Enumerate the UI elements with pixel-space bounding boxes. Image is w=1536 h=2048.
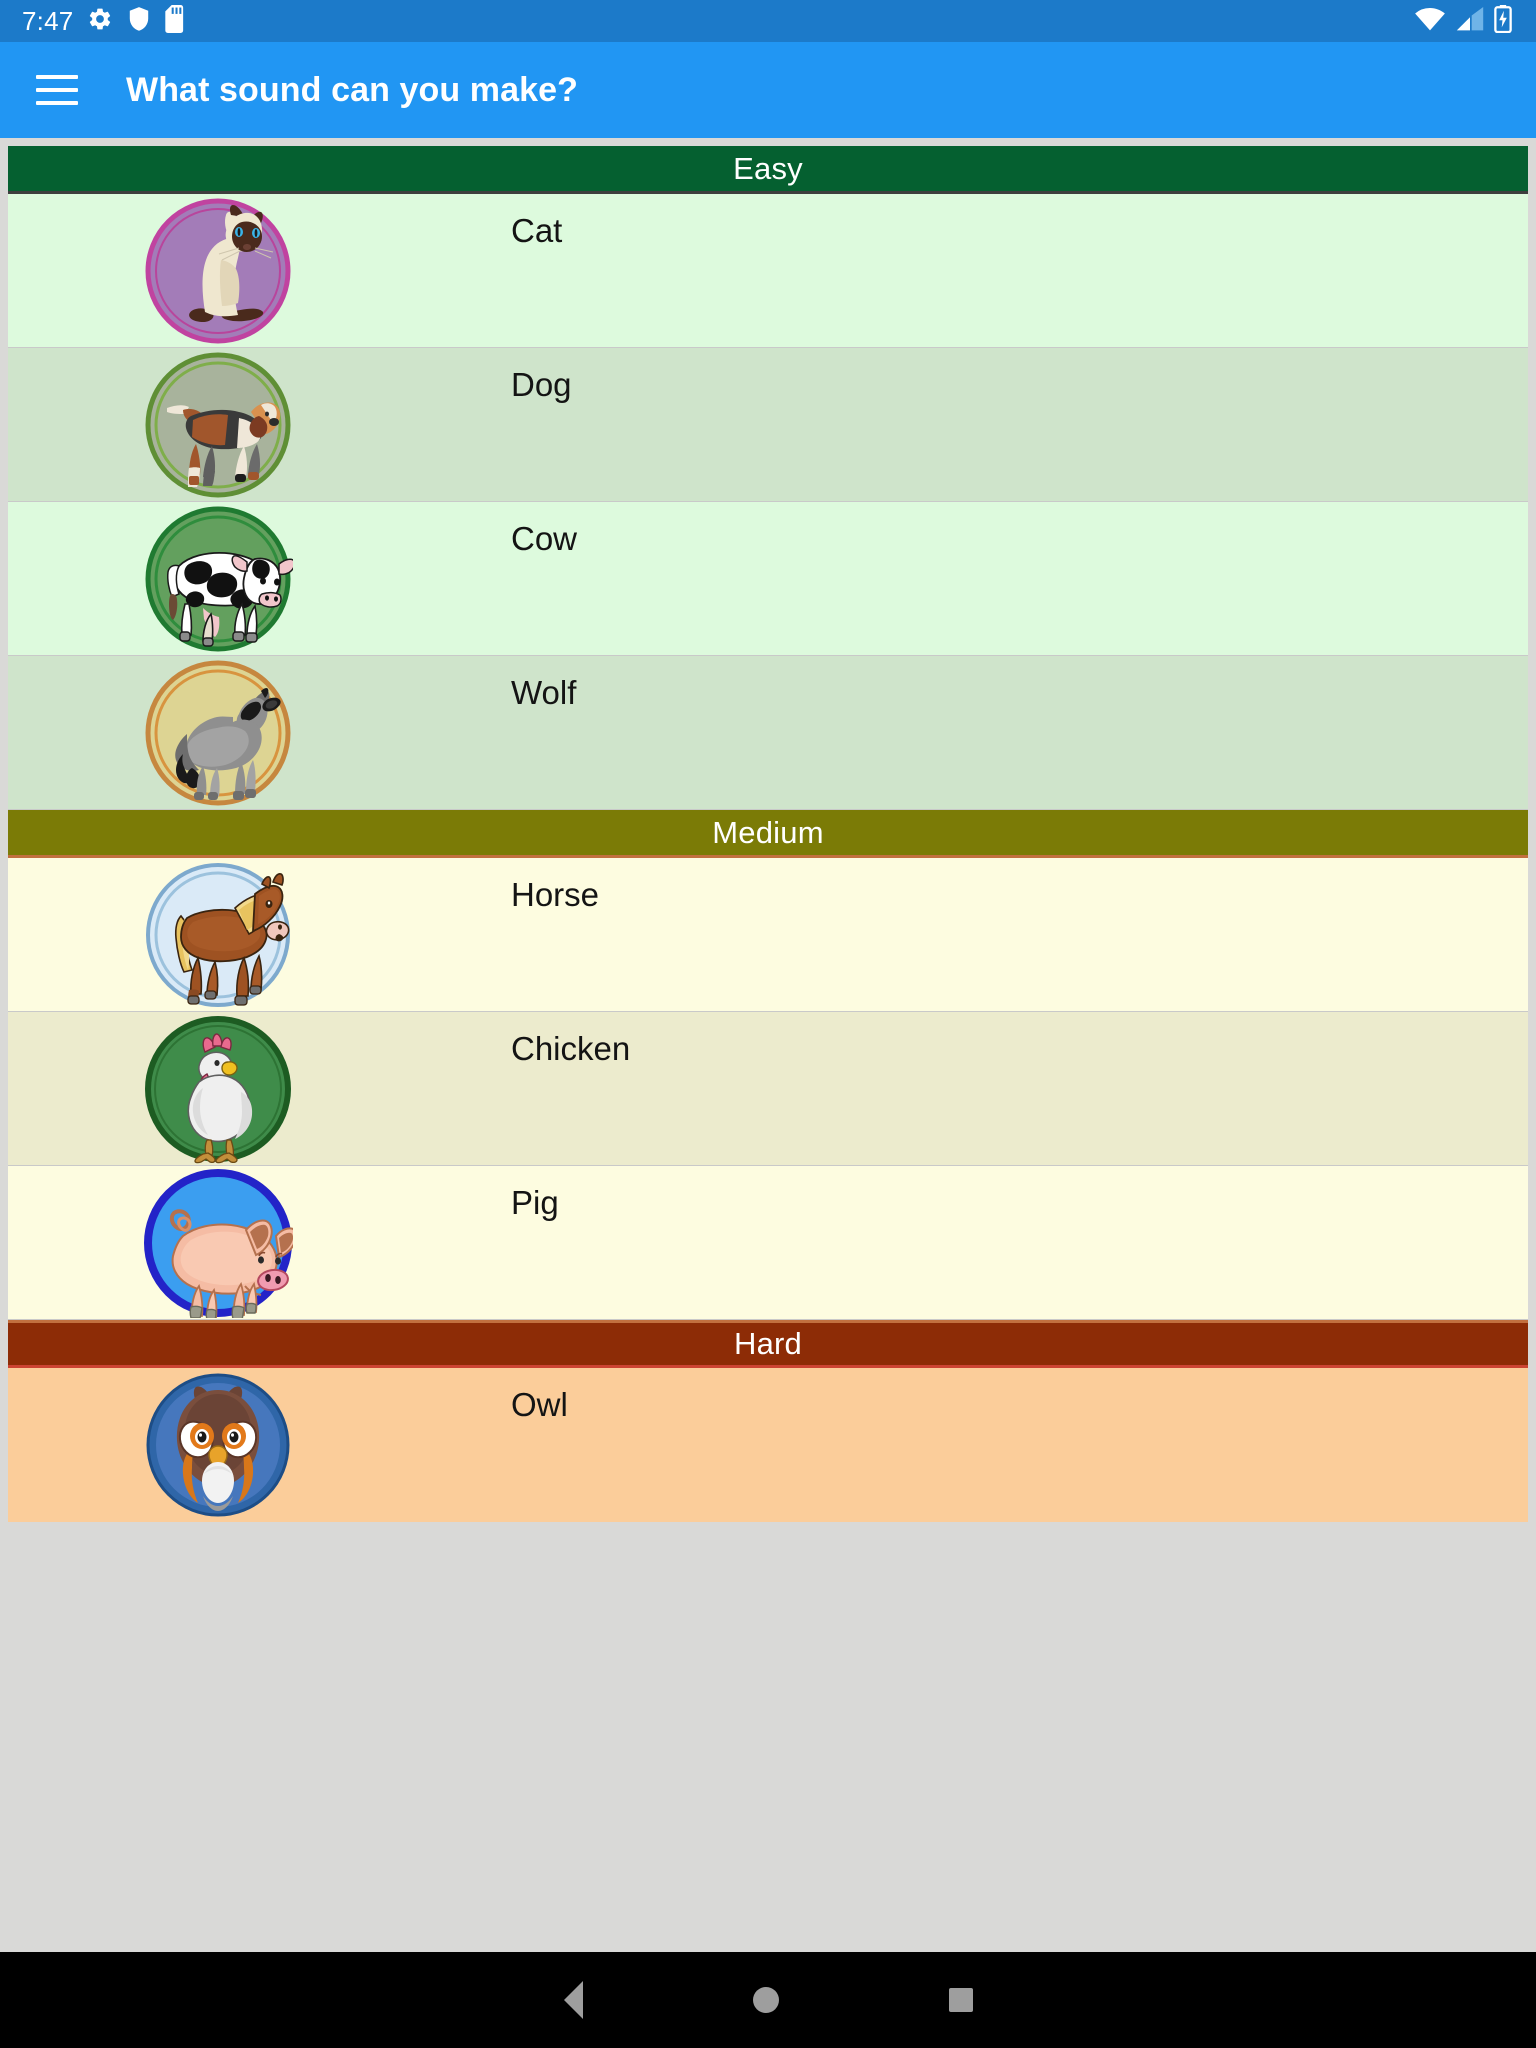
sd-card-icon xyxy=(165,4,186,38)
hamburger-bar-3 xyxy=(36,101,78,105)
status-bar-left: 7:47 xyxy=(18,4,186,38)
status-bar-right xyxy=(1414,4,1518,38)
list-item-owl[interactable]: Owl xyxy=(8,1368,1528,1522)
gear-icon xyxy=(87,6,113,37)
list-item-chicken[interactable]: Chicken xyxy=(8,1012,1528,1166)
animal-list: Easy Cat Dog Cow Wolf Medium Horse Chick… xyxy=(8,146,1528,1522)
list-item-label: Owl xyxy=(511,1386,568,1423)
list-item-label: Cat xyxy=(511,212,563,249)
list-item-label: Dog xyxy=(511,366,572,403)
list-item-wolf[interactable]: Wolf xyxy=(8,656,1528,810)
list-item-pig[interactable]: Pig xyxy=(8,1166,1528,1320)
list-item-label: Wolf xyxy=(511,674,577,711)
app-bar: What sound can you make? xyxy=(0,42,1536,138)
back-button-icon[interactable] xyxy=(563,1981,583,2019)
hamburger-menu-icon[interactable] xyxy=(36,64,88,116)
list-item-horse[interactable]: Horse xyxy=(8,858,1528,1012)
shield-icon xyxy=(127,6,151,37)
home-button-icon[interactable] xyxy=(752,1987,779,2013)
cat-avatar xyxy=(143,196,293,346)
cellular-signal-icon xyxy=(1456,6,1484,36)
animal-list-scroll[interactable]: Easy Cat Dog Cow Wolf Medium Horse Chick… xyxy=(0,138,1536,1952)
wifi-icon xyxy=(1414,7,1446,36)
recents-button-icon[interactable] xyxy=(948,1988,973,2012)
pig-avatar xyxy=(143,1168,293,1318)
cow-avatar xyxy=(143,504,293,654)
list-item-dog[interactable]: Dog xyxy=(8,348,1528,502)
section-header-hard: Hard xyxy=(8,1320,1528,1368)
section-header-easy: Easy xyxy=(8,146,1528,194)
status-clock: 7:47 xyxy=(22,6,74,36)
chicken-avatar xyxy=(143,1014,293,1164)
list-item-cow[interactable]: Cow xyxy=(8,502,1528,656)
battery-charging-icon xyxy=(1494,4,1512,38)
list-item-label: Chicken xyxy=(511,1030,631,1067)
list-item-label: Horse xyxy=(511,876,600,913)
horse-avatar xyxy=(143,860,293,1010)
page-title: What sound can you make? xyxy=(126,70,579,109)
wolf-avatar xyxy=(143,658,293,808)
dog-avatar xyxy=(143,350,293,500)
status-bar: 7:47 xyxy=(0,0,1536,42)
list-item-label: Pig xyxy=(511,1184,559,1221)
owl-avatar xyxy=(143,1370,293,1520)
list-item-label: Cow xyxy=(511,520,578,557)
hamburger-bar-2 xyxy=(36,88,78,92)
app-window: 7:47 What sound can you make? Easy Cat D… xyxy=(0,0,1536,2048)
android-navigation-bar xyxy=(0,1952,1536,2048)
section-header-medium: Medium xyxy=(8,810,1528,858)
hamburger-bar-1 xyxy=(36,75,78,79)
list-item-cat[interactable]: Cat xyxy=(8,194,1528,348)
